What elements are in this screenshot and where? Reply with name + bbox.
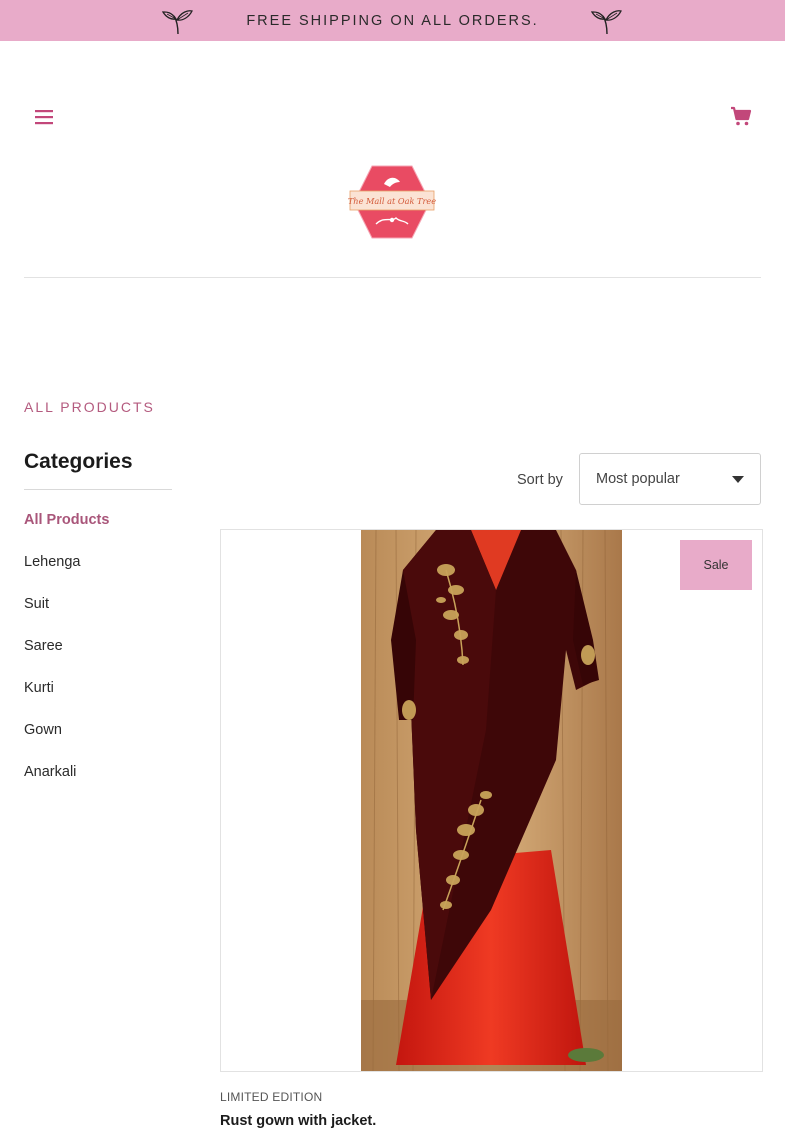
product-tag: LIMITED EDITION [220,1090,323,1104]
hamburger-menu-icon[interactable] [33,107,55,127]
categories-divider [24,489,172,490]
product-image[interactable] [361,530,622,1071]
category-item-gown[interactable]: Gown [24,722,109,764]
category-list: All Products Lehenga Suit Saree Kurti Go… [24,512,109,806]
sort-select[interactable]: Most popular [579,453,761,505]
category-item-suit[interactable]: Suit [24,596,109,638]
leaf-sprout-icon [162,9,194,34]
categories-heading: Categories [24,450,133,473]
category-item-anarkali[interactable]: Anarkali [24,764,109,806]
category-item-lehenga[interactable]: Lehenga [24,554,109,596]
product-card[interactable]: Sale [220,529,763,1072]
caret-down-icon [732,475,744,483]
product-name-link[interactable]: Rust gown with jacket. [220,1113,376,1129]
promo-text: FREE SHIPPING ON ALL ORDERS. [246,12,539,29]
category-item-kurti[interactable]: Kurti [24,680,109,722]
promo-bar: FREE SHIPPING ON ALL ORDERS. [0,0,785,41]
brand-logo[interactable]: The Mall at Oak Tree [346,162,438,242]
svg-text:The Mall at Oak Tree: The Mall at Oak Tree [348,196,436,206]
sort-selected-value: Most popular [596,471,680,487]
cart-icon[interactable] [729,104,753,128]
sale-badge: Sale [680,540,752,590]
category-item-all-products[interactable]: All Products [24,512,109,554]
category-item-saree[interactable]: Saree [24,638,109,680]
leaf-sprout-icon [590,9,622,34]
sort-label: Sort by [517,472,563,488]
page-section-label: ALL PRODUCTS [24,399,155,415]
header-divider [24,277,761,278]
